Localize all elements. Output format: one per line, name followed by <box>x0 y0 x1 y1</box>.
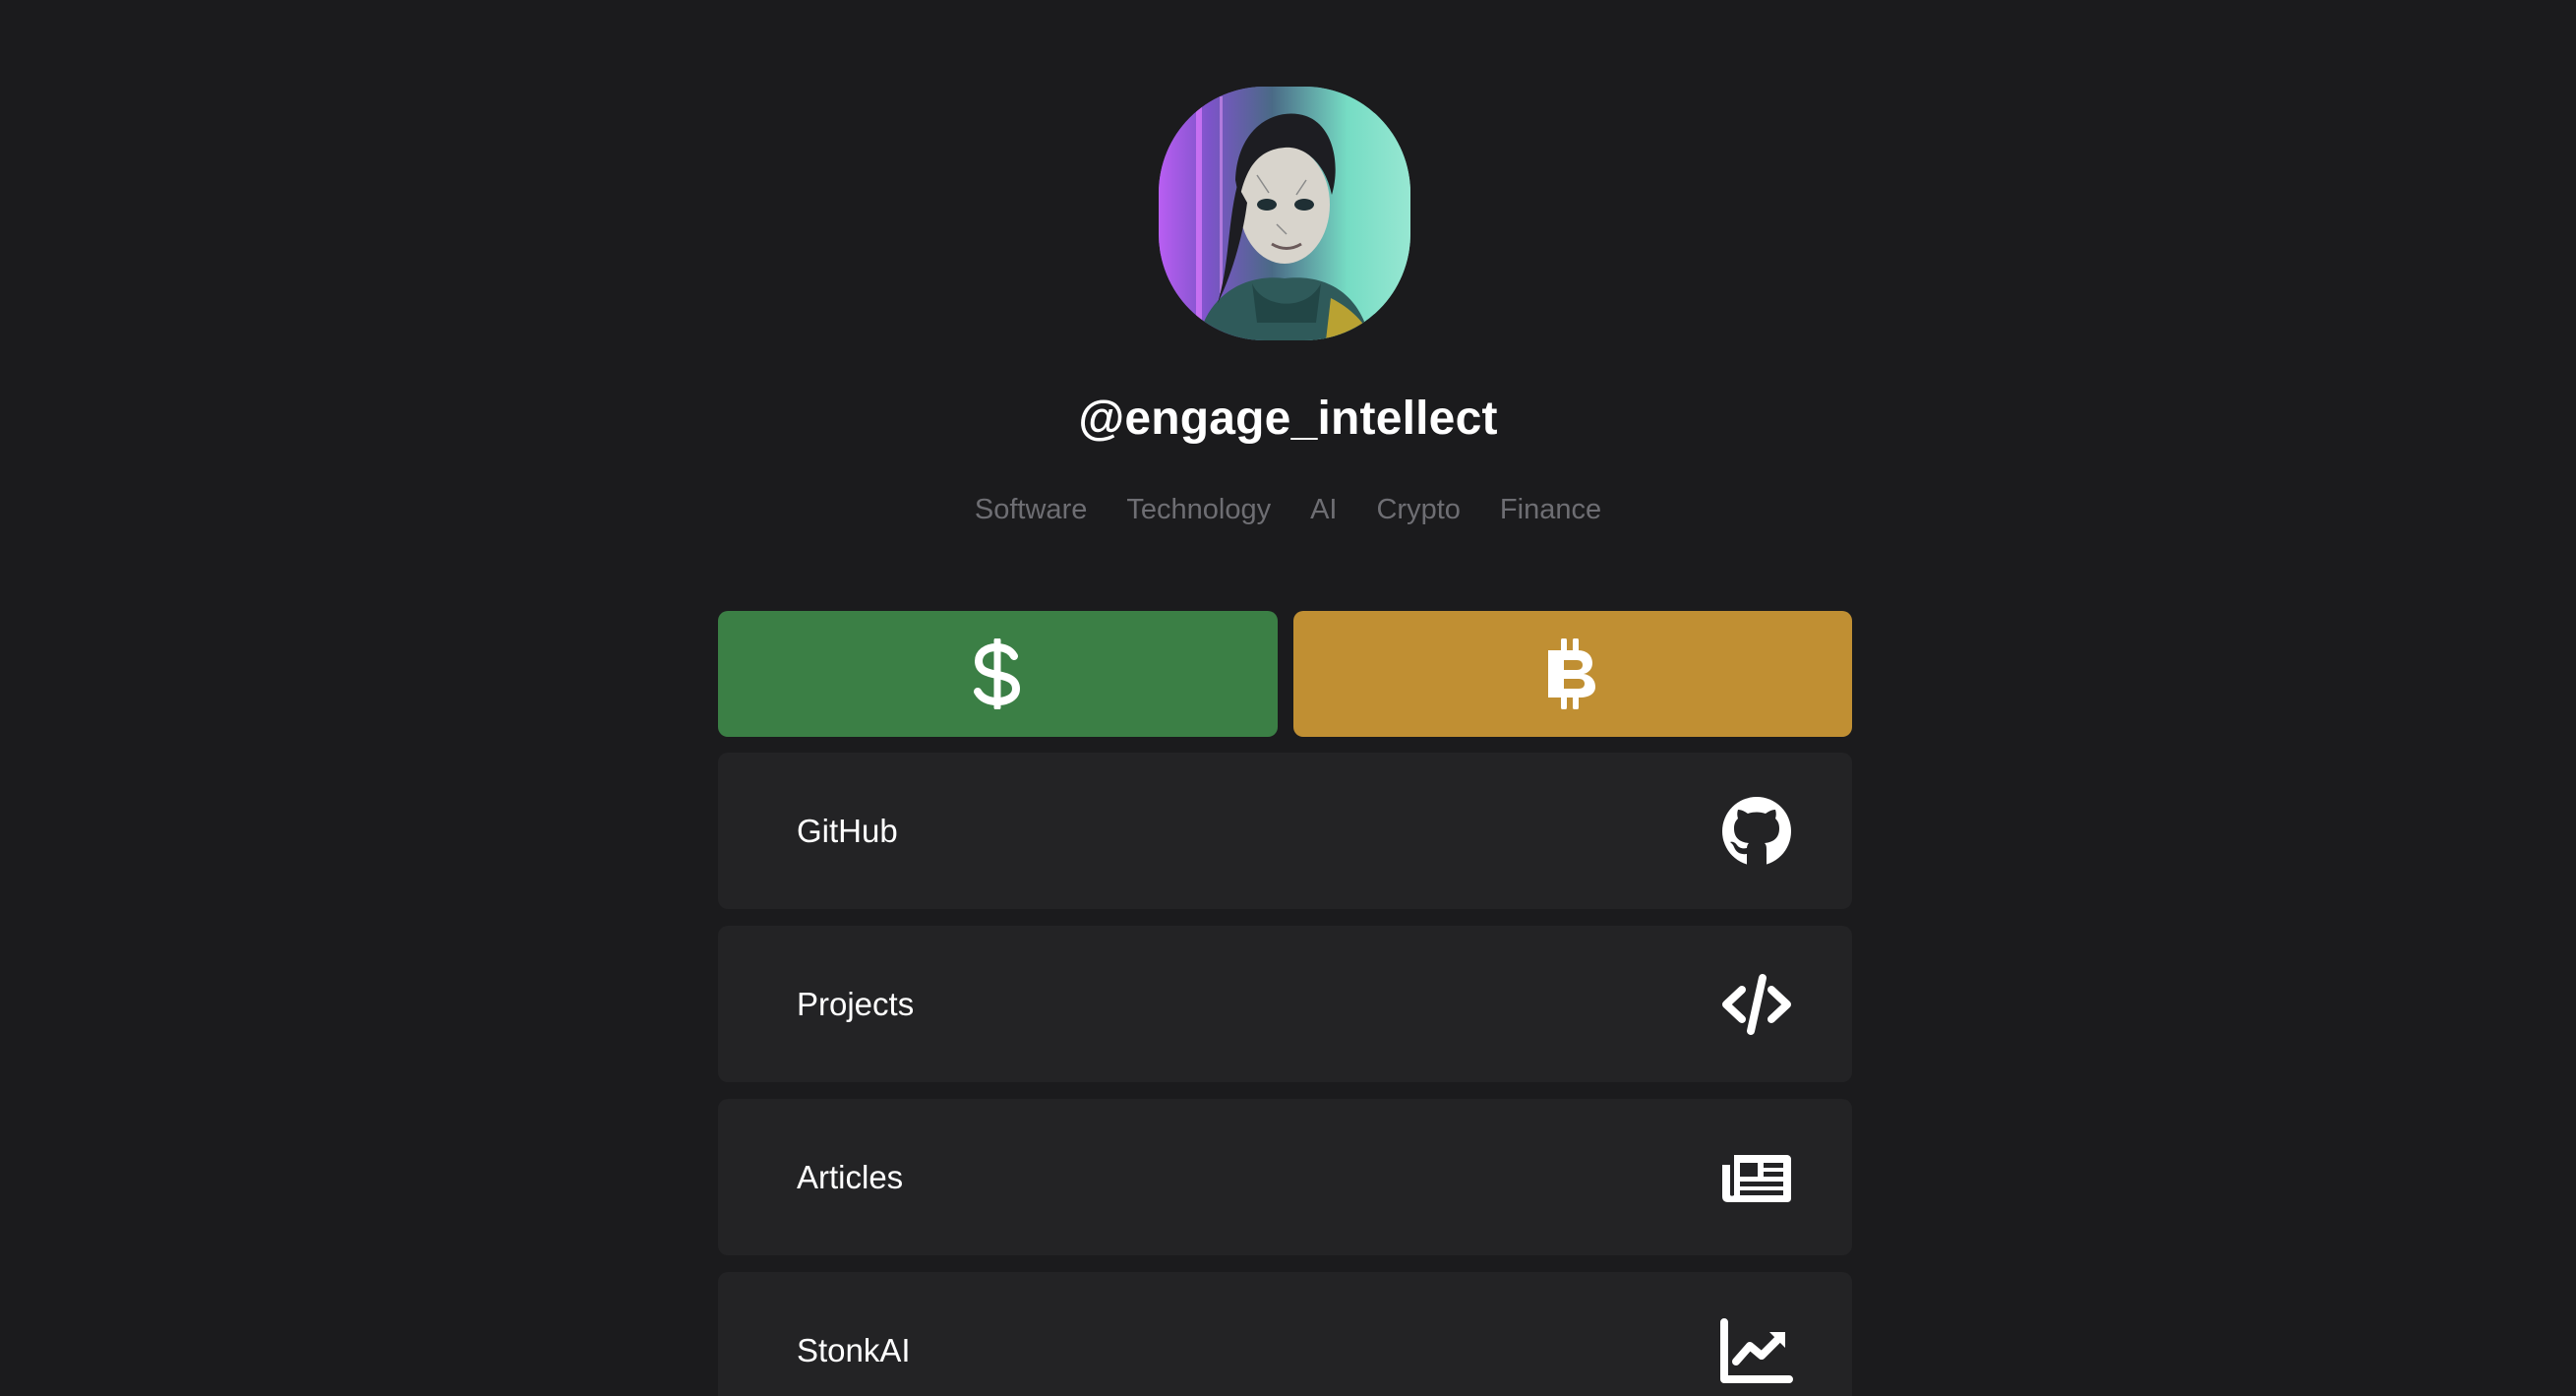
link-card-articles[interactable]: Articles <box>718 1099 1852 1255</box>
profile-page: @engage_intellect Software Technology AI… <box>0 0 2576 1396</box>
dollar-payment-button[interactable] <box>718 611 1278 737</box>
link-label-projects: Projects <box>797 985 915 1022</box>
tag-technology: Technology <box>1126 494 1272 525</box>
chart-line-icon <box>1720 1314 1793 1387</box>
tag-list: Software Technology AI Crypto Finance <box>0 494 2576 526</box>
tag-crypto: Crypto <box>1376 494 1461 525</box>
payment-buttons <box>718 611 1852 737</box>
link-label-stonkai: StonkAI <box>797 1331 911 1368</box>
bitcoin-payment-button[interactable] <box>1292 611 1852 737</box>
avatar <box>1159 87 1410 340</box>
newspaper-icon <box>1720 1141 1793 1214</box>
link-label-github: GitHub <box>797 812 898 849</box>
github-icon <box>1720 795 1793 868</box>
profile-handle: @engage_intellect <box>1078 393 1498 445</box>
avatar-illustration <box>1159 87 1410 340</box>
tag-software: Software <box>974 494 1088 525</box>
tag-finance: Finance <box>1499 494 1602 525</box>
bitcoin-icon <box>1547 638 1595 709</box>
link-card-projects[interactable]: Projects <box>718 926 1852 1082</box>
tag-ai: AI <box>1310 494 1338 525</box>
link-label-articles: Articles <box>797 1158 904 1195</box>
dollar-icon <box>974 638 1021 709</box>
link-card-github[interactable]: GitHub <box>718 753 1852 909</box>
code-icon <box>1720 968 1793 1041</box>
link-card-stonkai[interactable]: StonkAI <box>718 1272 1852 1396</box>
link-list: GitHub Projects Articles StonkAI <box>718 753 1852 1396</box>
